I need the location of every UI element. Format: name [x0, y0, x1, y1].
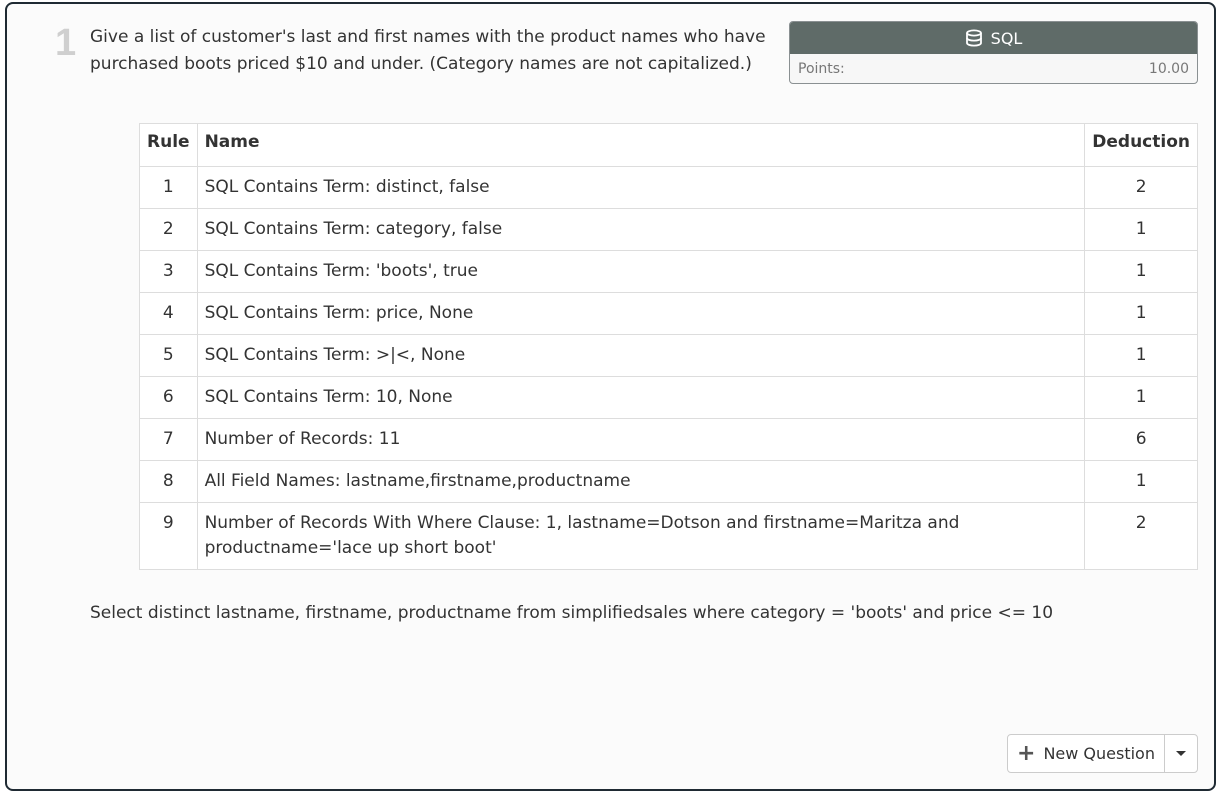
rule-name: SQL Contains Term: 10, None — [196, 376, 1086, 419]
new-question-label: New Question — [1043, 744, 1155, 763]
caret-down-icon — [1176, 751, 1186, 756]
rule-deduction: 1 — [1084, 292, 1198, 335]
rule-number: 9 — [139, 502, 198, 570]
rule-name: SQL Contains Term: distinct, false — [196, 166, 1086, 209]
sql-type-label: SQL — [990, 28, 1023, 48]
rule-name: SQL Contains Term: 'boots', true — [196, 250, 1086, 293]
rule-name: All Field Names: lastname,firstname,prod… — [196, 460, 1086, 503]
rules-table-header: Rule Name Deduction — [139, 123, 1198, 167]
rule-name: Number of Records: 11 — [196, 418, 1086, 461]
points-row: Points: 10.00 — [790, 54, 1197, 83]
rule-number: 8 — [139, 460, 198, 503]
table-row: 4 SQL Contains Term: price, None 1 — [139, 292, 1198, 335]
question-text: Give a list of customer's last and first… — [90, 27, 766, 74]
sql-type-header: SQL — [790, 22, 1197, 54]
rule-number: 6 — [139, 376, 198, 419]
database-icon — [965, 29, 983, 47]
sql-type-panel: SQL Points: 10.00 — [789, 21, 1198, 84]
rule-name: Number of Records With Where Clause: 1, … — [196, 502, 1086, 570]
rules-table: Rule Name Deduction 1 SQL Contains Term:… — [139, 123, 1198, 570]
new-question-dropdown-toggle[interactable] — [1165, 735, 1197, 772]
rule-deduction: 1 — [1084, 376, 1198, 419]
table-row: 3 SQL Contains Term: 'boots', true 1 — [139, 250, 1198, 293]
rule-column-header: Rule — [139, 123, 198, 167]
table-row: 6 SQL Contains Term: 10, None 1 — [139, 376, 1198, 419]
table-row: 5 SQL Contains Term: >|<, None 1 — [139, 334, 1198, 377]
rule-deduction: 2 — [1084, 166, 1198, 209]
plus-icon: + — [1017, 740, 1036, 766]
rule-deduction: 1 — [1084, 334, 1198, 377]
points-label: Points: — [798, 61, 845, 77]
rule-number: 1 — [139, 166, 198, 209]
table-row: 1 SQL Contains Term: distinct, false 2 — [139, 166, 1198, 209]
rule-number: 4 — [139, 292, 198, 335]
rule-name: SQL Contains Term: price, None — [196, 292, 1086, 335]
table-row: 8 All Field Names: lastname,firstname,pr… — [139, 460, 1198, 503]
question-card: 1 Give a list of customer's last and fir… — [5, 2, 1216, 791]
rule-deduction: 2 — [1084, 502, 1198, 570]
rule-name: SQL Contains Term: category, false — [196, 208, 1086, 251]
rule-deduction: 1 — [1084, 208, 1198, 251]
deduction-column-header: Deduction — [1084, 123, 1198, 167]
name-column-header: Name — [196, 123, 1086, 167]
rule-number: 3 — [139, 250, 198, 293]
new-question-button[interactable]: + New Question — [1008, 735, 1165, 772]
rule-number: 2 — [139, 208, 198, 251]
rule-deduction: 6 — [1084, 418, 1198, 461]
table-row: 7 Number of Records: 11 6 — [139, 418, 1198, 461]
table-row: 2 SQL Contains Term: category, false 1 — [139, 208, 1198, 251]
rule-deduction: 1 — [1084, 460, 1198, 503]
rule-number: 7 — [139, 418, 198, 461]
points-value: 10.00 — [1148, 61, 1189, 77]
answer-sql: Select distinct lastname, firstname, pro… — [90, 603, 1054, 623]
rule-name: SQL Contains Term: >|<, None — [196, 334, 1086, 377]
rule-deduction: 1 — [1084, 250, 1198, 293]
question-number: 1 — [55, 22, 77, 64]
rule-number: 5 — [139, 334, 198, 377]
table-row: 9 Number of Records With Where Clause: 1… — [139, 502, 1198, 570]
new-question-button-group: + New Question — [1007, 734, 1198, 773]
